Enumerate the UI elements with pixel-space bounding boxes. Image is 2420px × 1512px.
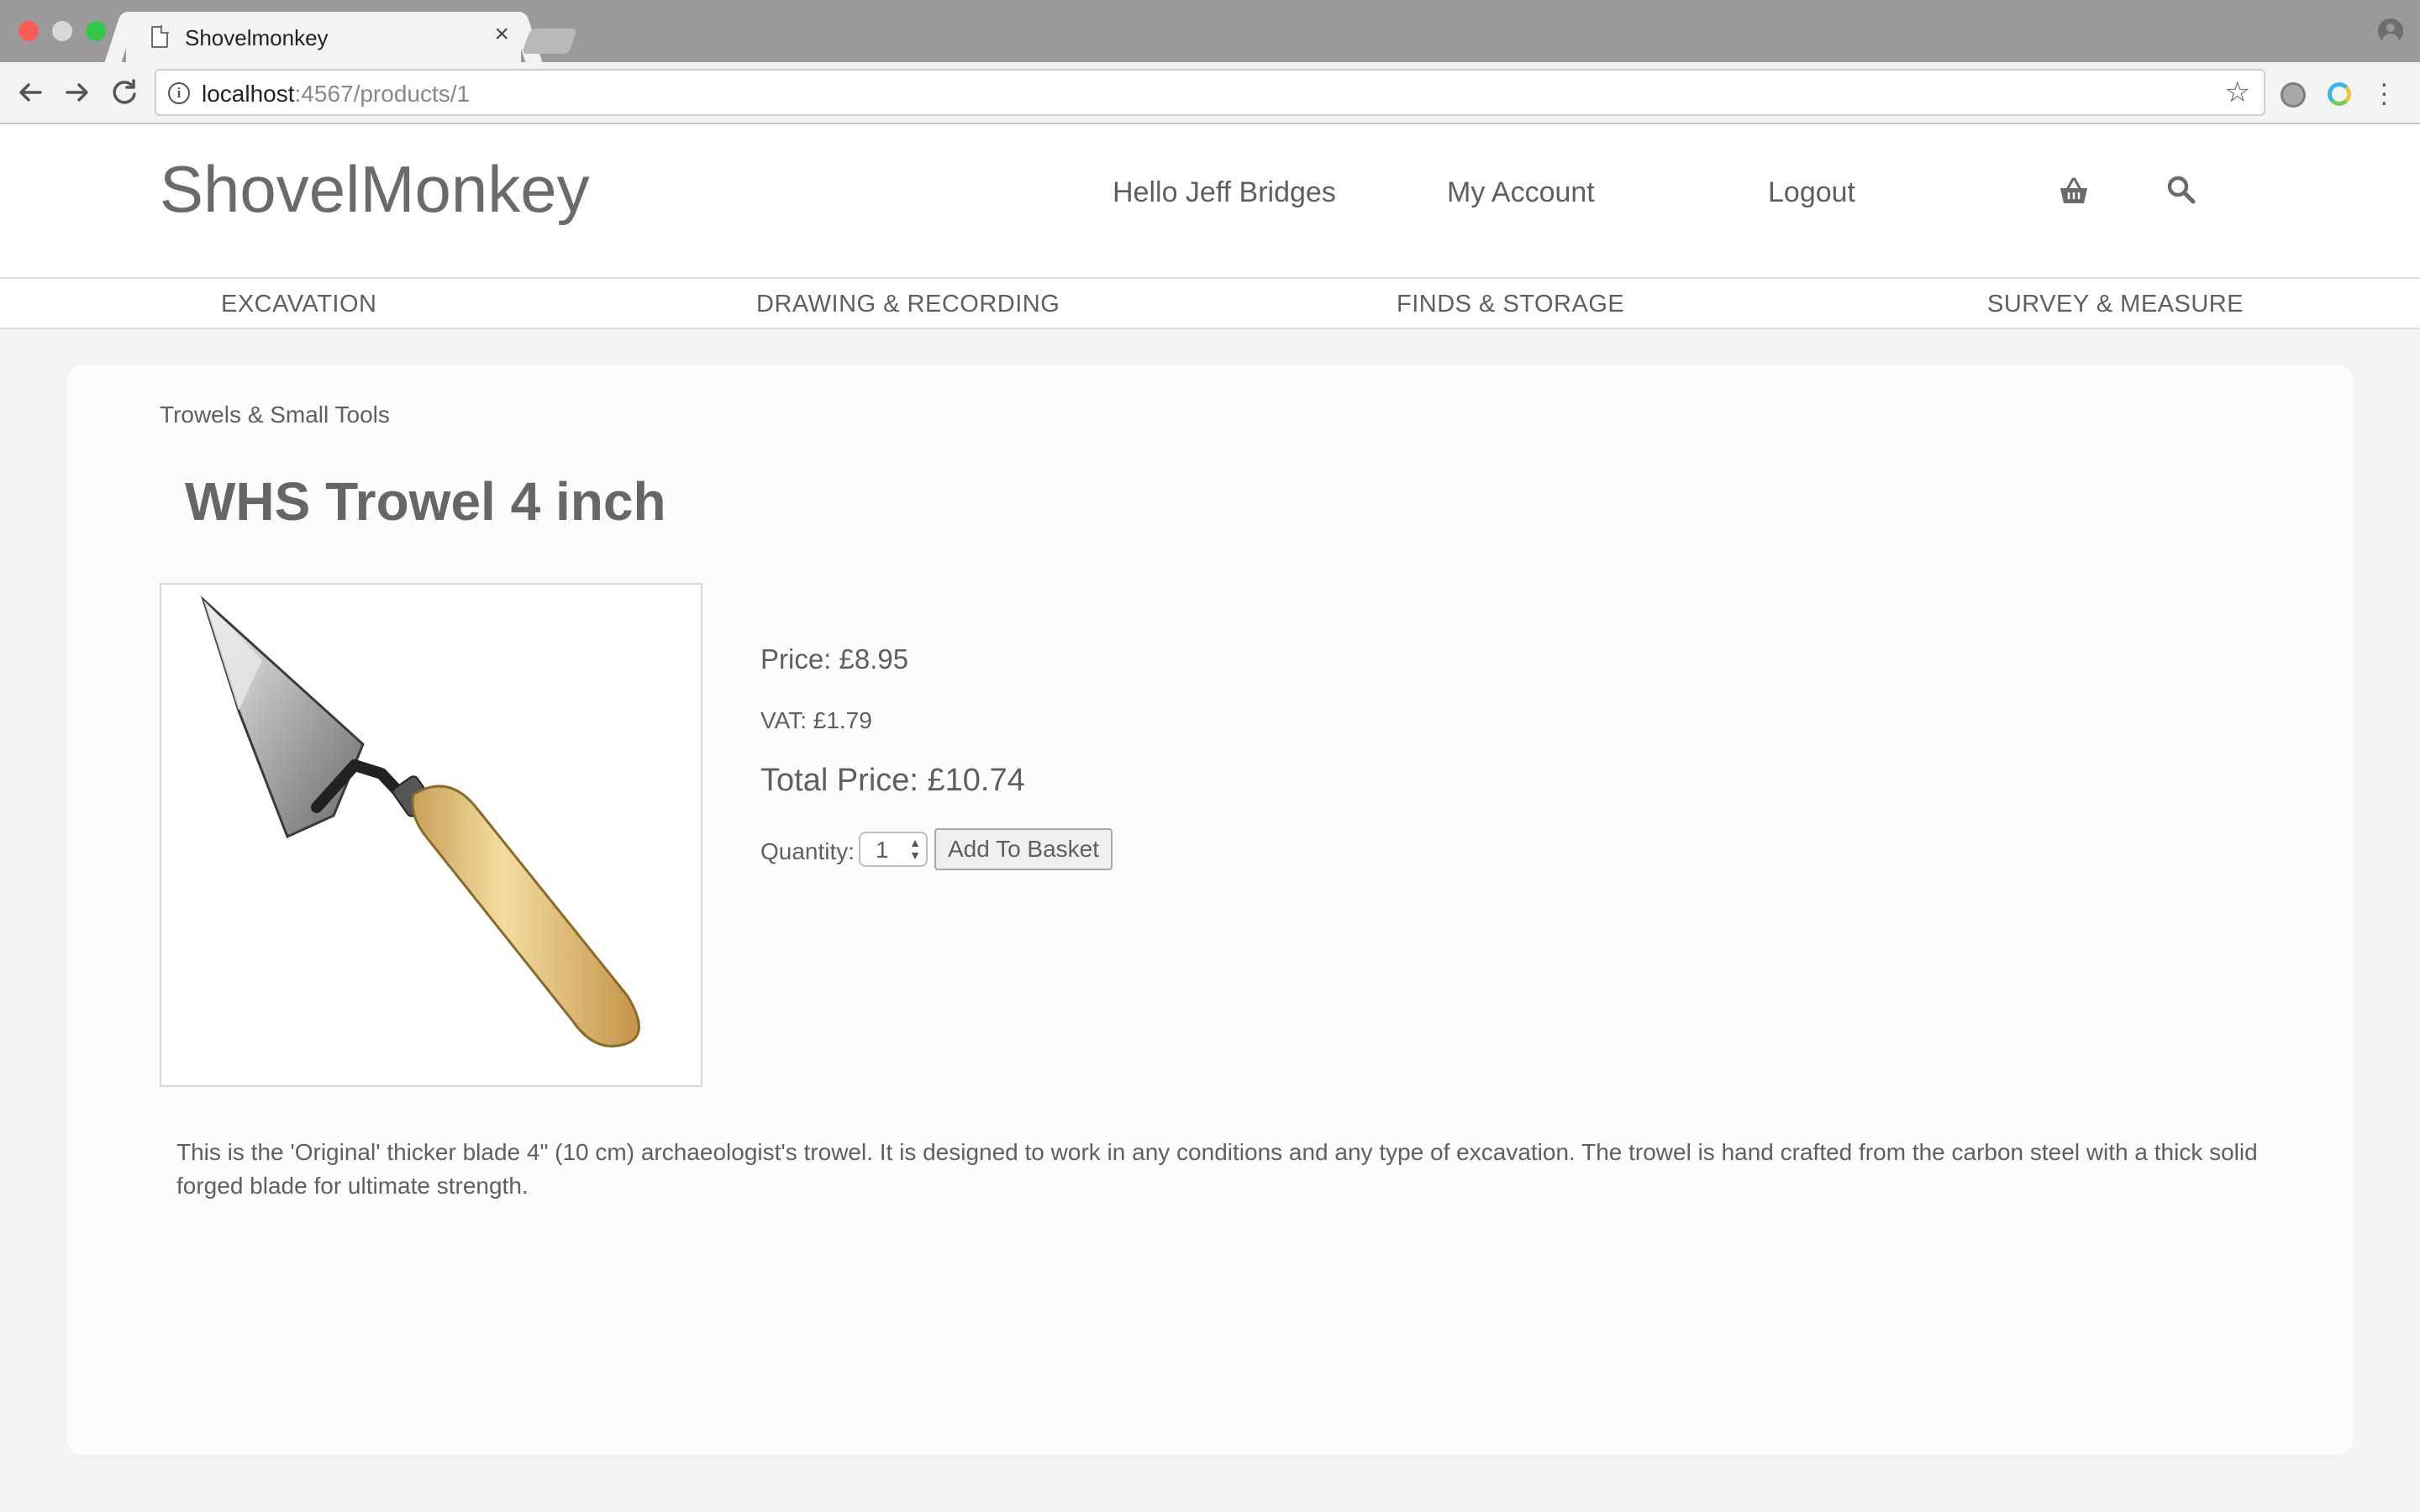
page-title: WHS Trowel 4 inch xyxy=(185,471,666,532)
quantity-value: 1 xyxy=(876,837,889,863)
add-to-basket-button[interactable]: Add To Basket xyxy=(934,828,1113,870)
extension-color-icon[interactable] xyxy=(2328,82,2351,106)
product-total-price: Total Price: £10.74 xyxy=(760,763,1025,798)
product-description: This is the 'Original' thicker blade 4" … xyxy=(176,1139,2258,1199)
arrow-left-icon xyxy=(19,83,42,102)
back-button[interactable] xyxy=(12,74,49,111)
browser-tab-bar: Shovelmonkey × xyxy=(0,0,2420,64)
document-icon xyxy=(151,25,169,48)
nav-survey-measure[interactable]: SURVEY & MEASURE xyxy=(1987,291,2244,318)
browser-menu-icon[interactable]: · · · xyxy=(2380,70,2389,115)
star-icon[interactable]: ☆ xyxy=(2225,76,2250,109)
reload-button[interactable] xyxy=(106,74,143,111)
url-text[interactable]: localhost:4567/products/1 xyxy=(202,81,470,108)
category-nav: EXCAVATION DRAWING & RECORDING FINDS & S… xyxy=(0,279,2420,329)
my-account-link[interactable]: My Account xyxy=(1447,176,1595,209)
address-bar[interactable]: i localhost:4567/products/1 ☆ xyxy=(155,69,2265,116)
select-arrows-icon: ▲ ▼ xyxy=(909,836,921,862)
site-logo[interactable]: ShovelMonkey xyxy=(160,151,590,228)
browser-tab[interactable]: Shovelmonkey × xyxy=(126,12,521,64)
greeting-link[interactable]: Hello Jeff Bridges xyxy=(1113,176,1336,209)
maximize-window-button[interactable] xyxy=(86,21,106,41)
nav-drawing-recording[interactable]: DRAWING & RECORDING xyxy=(756,291,1060,318)
minimize-window-button[interactable] xyxy=(52,21,72,41)
basket-icon[interactable] xyxy=(2057,175,2091,208)
quantity-label: Quantity: xyxy=(760,838,855,864)
new-tab-button[interactable] xyxy=(521,29,578,54)
close-window-button[interactable] xyxy=(18,21,39,41)
forward-button[interactable] xyxy=(59,74,96,111)
tab-title: Shovelmonkey xyxy=(185,25,329,50)
arrow-right-icon xyxy=(66,83,88,102)
trowel-image xyxy=(200,596,640,1047)
extension-gear-icon[interactable] xyxy=(2281,82,2306,108)
breadcrumb[interactable]: Trowels & Small Tools xyxy=(160,402,390,428)
nav-excavation[interactable]: EXCAVATION xyxy=(221,291,376,318)
tab-close-icon[interactable]: × xyxy=(494,22,509,47)
quantity-select[interactable]: 1 ▲ ▼ xyxy=(859,832,928,867)
product-image xyxy=(160,583,702,1087)
product-card: Trowels & Small Tools WHS Trowel 4 inch xyxy=(67,365,2353,1455)
product-price: Price: £8.95 xyxy=(760,643,909,675)
product-vat: VAT: £1.79 xyxy=(760,707,872,733)
browser-toolbar: i localhost:4567/products/1 ☆ · · · xyxy=(0,62,2420,124)
search-icon[interactable] xyxy=(2165,173,2198,207)
nav-finds-storage[interactable]: FINDS & STORAGE xyxy=(1397,291,1624,318)
logout-link[interactable]: Logout xyxy=(1768,176,1855,209)
profile-icon[interactable] xyxy=(2378,18,2403,44)
info-icon[interactable]: i xyxy=(168,82,190,104)
site-header: ShovelMonkey Hello Jeff Bridges My Accou… xyxy=(0,124,2420,279)
reload-icon xyxy=(113,79,136,104)
